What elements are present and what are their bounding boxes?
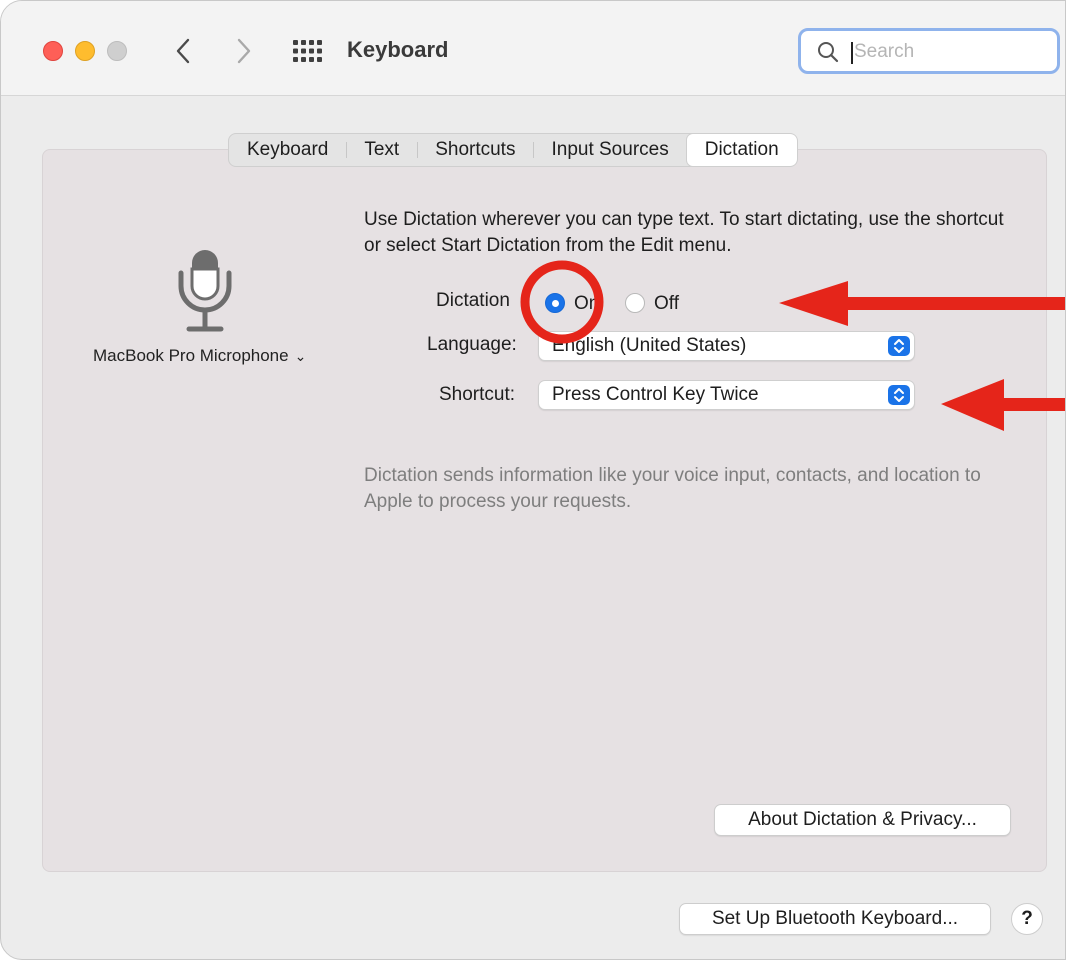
minimize-window-button[interactable] — [75, 41, 95, 61]
tab-dictation[interactable]: Dictation — [686, 134, 797, 166]
show-all-button[interactable] — [292, 39, 324, 63]
setup-bluetooth-keyboard-button[interactable]: Set Up Bluetooth Keyboard... — [679, 903, 991, 935]
dictation-on-radio[interactable] — [545, 293, 565, 313]
tab-shortcuts[interactable]: Shortcuts — [417, 134, 533, 166]
tab-text[interactable]: Text — [346, 134, 417, 166]
dictation-off-label[interactable]: Off — [654, 293, 679, 315]
language-select[interactable]: English (United States) — [538, 331, 915, 361]
shortcut-select[interactable]: Press Control Key Twice — [538, 380, 915, 410]
title-bar: Keyboard — [1, 1, 1065, 96]
microphone-icon — [178, 250, 232, 332]
up-down-chevron-icon — [888, 336, 910, 356]
window-title: Keyboard — [347, 37, 449, 62]
dictation-on-label[interactable]: On — [574, 293, 599, 315]
chevron-left-icon — [176, 38, 190, 64]
help-button[interactable]: ? — [1011, 903, 1043, 935]
search-icon — [818, 42, 839, 63]
shortcut-label: Shortcut: — [439, 384, 516, 405]
microphone-source-select[interactable]: MacBook Pro Microphone ⌄ — [93, 346, 306, 366]
privacy-notice: Dictation sends information like your vo… — [364, 465, 981, 512]
back-button[interactable] — [168, 31, 198, 71]
grid-icon — [293, 40, 322, 62]
language-value: English (United States) — [552, 335, 747, 356]
search-field[interactable] — [798, 28, 1060, 74]
microphone-source-label: MacBook Pro Microphone — [93, 346, 289, 365]
up-down-chevron-icon — [888, 385, 910, 405]
tab-keyboard[interactable]: Keyboard — [229, 134, 346, 166]
zoom-window-button[interactable] — [107, 41, 127, 61]
text-caret — [851, 42, 853, 64]
shortcut-value: Press Control Key Twice — [552, 384, 759, 405]
forward-button[interactable] — [229, 31, 259, 71]
chevron-right-icon — [237, 38, 251, 64]
dictation-toggle-label: Dictation — [436, 290, 510, 311]
dictation-description: Use Dictation wherever you can type text… — [364, 209, 1004, 256]
system-preferences-window: Keyboard Keyboard Text Shortcuts Input S… — [0, 0, 1066, 960]
tab-input-sources[interactable]: Input Sources — [533, 134, 686, 166]
about-dictation-privacy-button[interactable]: About Dictation & Privacy... — [714, 804, 1011, 836]
close-window-button[interactable] — [43, 41, 63, 61]
tab-bar: Keyboard Text Shortcuts Input Sources Di… — [228, 133, 798, 167]
search-input[interactable] — [854, 38, 1049, 66]
chevron-down-icon: ⌄ — [294, 348, 307, 364]
dictation-off-radio[interactable] — [625, 293, 645, 313]
language-label: Language: — [427, 334, 517, 355]
